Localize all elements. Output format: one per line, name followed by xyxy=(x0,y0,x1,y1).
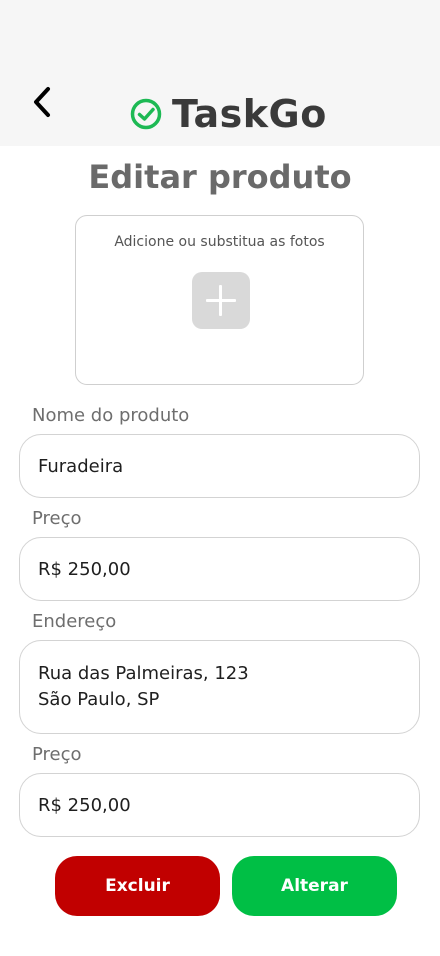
address-line-2: São Paulo, SP xyxy=(38,689,160,710)
update-button[interactable]: Alterar xyxy=(232,856,397,916)
address-line-1: Rua das Palmeiras, 123 xyxy=(38,663,249,684)
page-title: Editar produto xyxy=(88,158,352,196)
address-field[interactable]: Rua das Palmeiras, 123 São Paulo, SP xyxy=(19,640,420,734)
price-label: Preço xyxy=(32,508,82,529)
photo-upload-caption: Adicione ou substitua as fotos xyxy=(114,234,325,250)
chevron-left-icon xyxy=(34,87,50,117)
price-2-value: R$ 250,00 xyxy=(38,794,131,816)
check-circle-icon xyxy=(130,98,162,130)
brand-name: TaskGo xyxy=(172,92,327,136)
add-photo-button[interactable] xyxy=(192,272,250,329)
product-name-value: Furadeira xyxy=(38,455,124,477)
price-2-label: Preço xyxy=(32,744,82,765)
price-field[interactable]: R$ 250,00 xyxy=(19,537,420,601)
product-name-label: Nome do produto xyxy=(32,405,190,426)
brand-logo: TaskGo xyxy=(130,92,327,136)
product-name-field[interactable]: Furadeira xyxy=(19,434,420,498)
price-value: R$ 250,00 xyxy=(38,558,131,580)
back-button[interactable] xyxy=(22,82,62,122)
delete-button[interactable]: Excluir xyxy=(55,856,220,916)
app-header: TaskGo xyxy=(0,0,440,146)
photo-upload-area[interactable]: Adicione ou substitua as fotos xyxy=(75,215,364,385)
address-label: Endereço xyxy=(32,611,117,632)
price-2-field[interactable]: R$ 250,00 xyxy=(19,773,420,837)
